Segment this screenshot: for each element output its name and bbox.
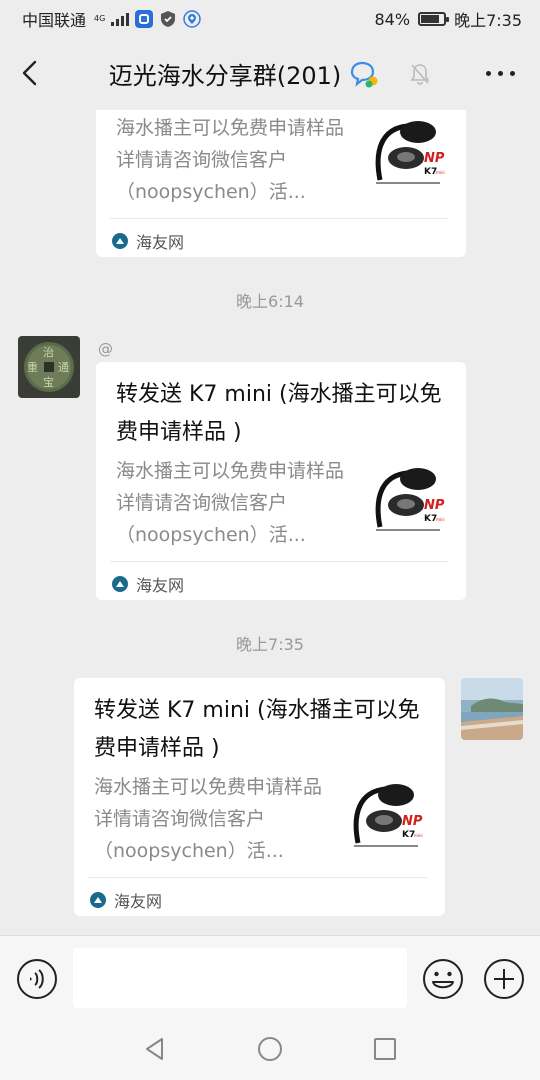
nav-back-button[interactable] [142, 1036, 168, 1062]
status-bar: 中国联通 4G 84% 晚上7:35 [0, 0, 540, 38]
clock: 晚上7:35 [454, 11, 522, 30]
voice-button[interactable] [16, 958, 58, 1000]
svg-text:NP: NP [424, 498, 445, 513]
square-recents-icon [374, 1038, 396, 1060]
network-type-label: 4G [94, 14, 106, 23]
card-title: 转发送 K7 mini (海水播主可以免费申请样品 ) [116, 382, 442, 445]
signal-icon [111, 12, 130, 26]
card-description: 海水播主可以免费申请样品详情请咨询微信客户（noopsychen）活... [116, 460, 345, 546]
card-divider [110, 218, 448, 219]
nav-recents-button[interactable] [372, 1036, 398, 1062]
more-button[interactable] [486, 62, 518, 84]
product-thumbnail: NP K7 mini [368, 457, 448, 537]
source-logo-icon [112, 233, 128, 249]
message-input[interactable] [73, 948, 407, 1008]
svg-text:重: 重 [27, 360, 38, 374]
svg-text:mini: mini [436, 170, 445, 175]
card-description: 海水播主可以免费申请样品详情请咨询微信客户（noopsychen）活... [116, 117, 345, 203]
card-source: 海友网 [90, 888, 162, 912]
location-icon [183, 10, 202, 28]
message-timestamp: 晚上6:14 [236, 292, 304, 311]
svg-text:宝: 宝 [43, 375, 54, 389]
battery-icon [418, 12, 450, 26]
more-dots-icon [486, 70, 491, 76]
svg-text:mini: mini [414, 833, 423, 838]
link-card[interactable]: 海水播主可以免费申请样品详情请咨询微信客户（noopsychen）活... NP… [96, 110, 466, 257]
emoji-button[interactable] [422, 958, 464, 1000]
link-card[interactable]: 转发送 K7 mini (海水播主可以免费申请样品 ) 海水播主可以免费申请样品… [74, 678, 445, 916]
product-thumbnail: NP K7 mini [368, 110, 448, 190]
battery-percent: 84% [374, 9, 411, 29]
title-bar: 迈光海水分享群(201) [0, 38, 540, 110]
source-logo-icon [90, 892, 106, 908]
app-notification-icon [135, 10, 154, 28]
carrier-label: 中国联通 [22, 11, 87, 30]
plus-icon [484, 959, 524, 999]
chat-bubble-icon [351, 61, 378, 87]
chat-title-area: 迈光海水分享群(201) [0, 56, 540, 91]
emoji-icon [423, 959, 463, 999]
source-name: 海友网 [136, 233, 185, 252]
chat-area[interactable]: 海水播主可以免费申请样品详情请咨询微信客户（noopsychen）活... NP… [0, 110, 540, 935]
svg-text:NP: NP [402, 814, 423, 829]
svg-text:mini: mini [436, 517, 445, 522]
sender-avatar[interactable]: 治 通 宝 重 [18, 336, 80, 398]
shield-icon [159, 10, 177, 28]
link-card[interactable]: 转发送 K7 mini (海水播主可以免费申请样品 ) 海水播主可以免费申请样品… [96, 362, 466, 600]
source-name: 海友网 [114, 892, 163, 911]
input-bar [0, 935, 540, 1020]
source-name: 海友网 [136, 576, 185, 595]
card-title: 转发送 K7 mini (海水播主可以免费申请样品 ) [94, 698, 420, 761]
source-logo-icon [112, 576, 128, 592]
card-divider [110, 561, 448, 562]
triangle-back-icon [146, 1038, 163, 1060]
circle-home-icon [258, 1037, 282, 1061]
mute-bell-icon [410, 63, 430, 85]
page-title: 迈光海水分享群(201) [108, 62, 342, 90]
nav-home-button[interactable] [257, 1036, 283, 1062]
more-actions-button[interactable] [483, 958, 525, 1000]
system-nav-bar [0, 1020, 540, 1080]
card-divider [88, 877, 427, 878]
card-description: 海水播主可以免费申请样品详情请咨询微信客户（noopsychen）活... [94, 776, 323, 862]
my-avatar[interactable] [461, 678, 523, 740]
voice-icon [17, 959, 57, 999]
message-timestamp: 晚上7:35 [236, 635, 304, 654]
sender-name: @ [98, 340, 113, 358]
product-thumbnail: NP K7 mini [346, 773, 426, 853]
svg-text:治: 治 [43, 345, 54, 359]
svg-text:NP: NP [424, 151, 445, 166]
card-source: 海友网 [112, 229, 184, 253]
card-source: 海友网 [112, 572, 184, 596]
svg-text:通: 通 [58, 361, 69, 374]
